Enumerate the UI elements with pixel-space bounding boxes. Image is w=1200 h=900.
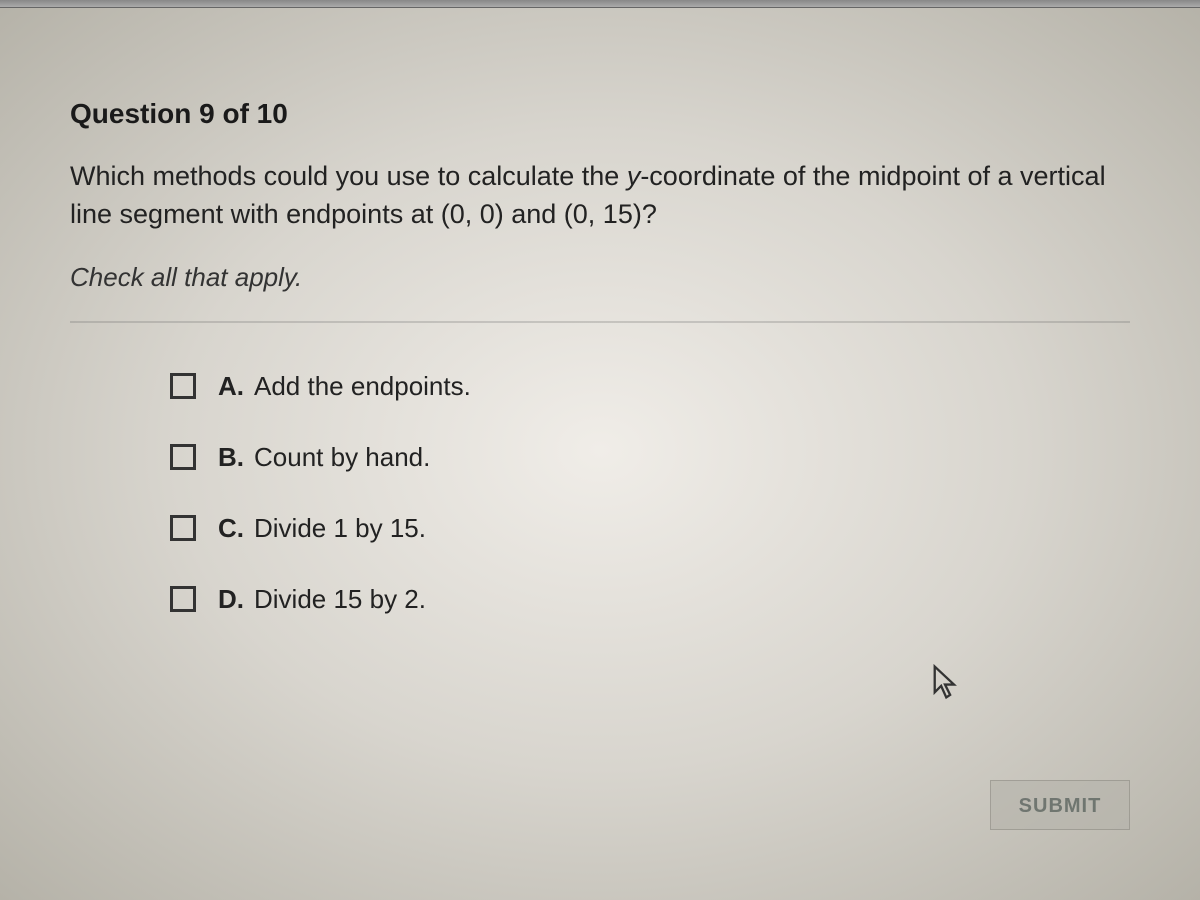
question-content: Question 9 of 10 Which methods could you… <box>0 8 1200 695</box>
checkbox-a[interactable] <box>170 373 196 399</box>
question-instruction: Check all that apply. <box>70 262 1130 293</box>
option-d-letter: D. <box>218 584 244 615</box>
option-c-row[interactable]: C. Divide 1 by 15. <box>170 513 1130 544</box>
checkbox-c[interactable] <box>170 515 196 541</box>
option-a-letter: A. <box>218 371 244 402</box>
option-d-text: Divide 15 by 2. <box>254 584 426 615</box>
option-b-row[interactable]: B. Count by hand. <box>170 442 1130 473</box>
option-c-text: Divide 1 by 15. <box>254 513 426 544</box>
window-top-bar <box>0 0 1200 8</box>
question-variable-y: y <box>627 161 641 191</box>
checkbox-d[interactable] <box>170 586 196 612</box>
option-c-letter: C. <box>218 513 244 544</box>
question-text-part1: Which methods could you use to calculate… <box>70 161 627 191</box>
divider-line <box>70 321 1130 323</box>
option-a-row[interactable]: A. Add the endpoints. <box>170 371 1130 402</box>
answer-options: A. Add the endpoints. B. Count by hand. … <box>70 371 1130 615</box>
option-a-text: Add the endpoints. <box>254 371 471 402</box>
option-d-row[interactable]: D. Divide 15 by 2. <box>170 584 1130 615</box>
option-b-text: Count by hand. <box>254 442 430 473</box>
submit-button[interactable]: SUBMIT <box>990 780 1130 830</box>
question-number-header: Question 9 of 10 <box>70 98 1130 130</box>
question-prompt: Which methods could you use to calculate… <box>70 158 1130 234</box>
option-b-letter: B. <box>218 442 244 473</box>
checkbox-b[interactable] <box>170 444 196 470</box>
